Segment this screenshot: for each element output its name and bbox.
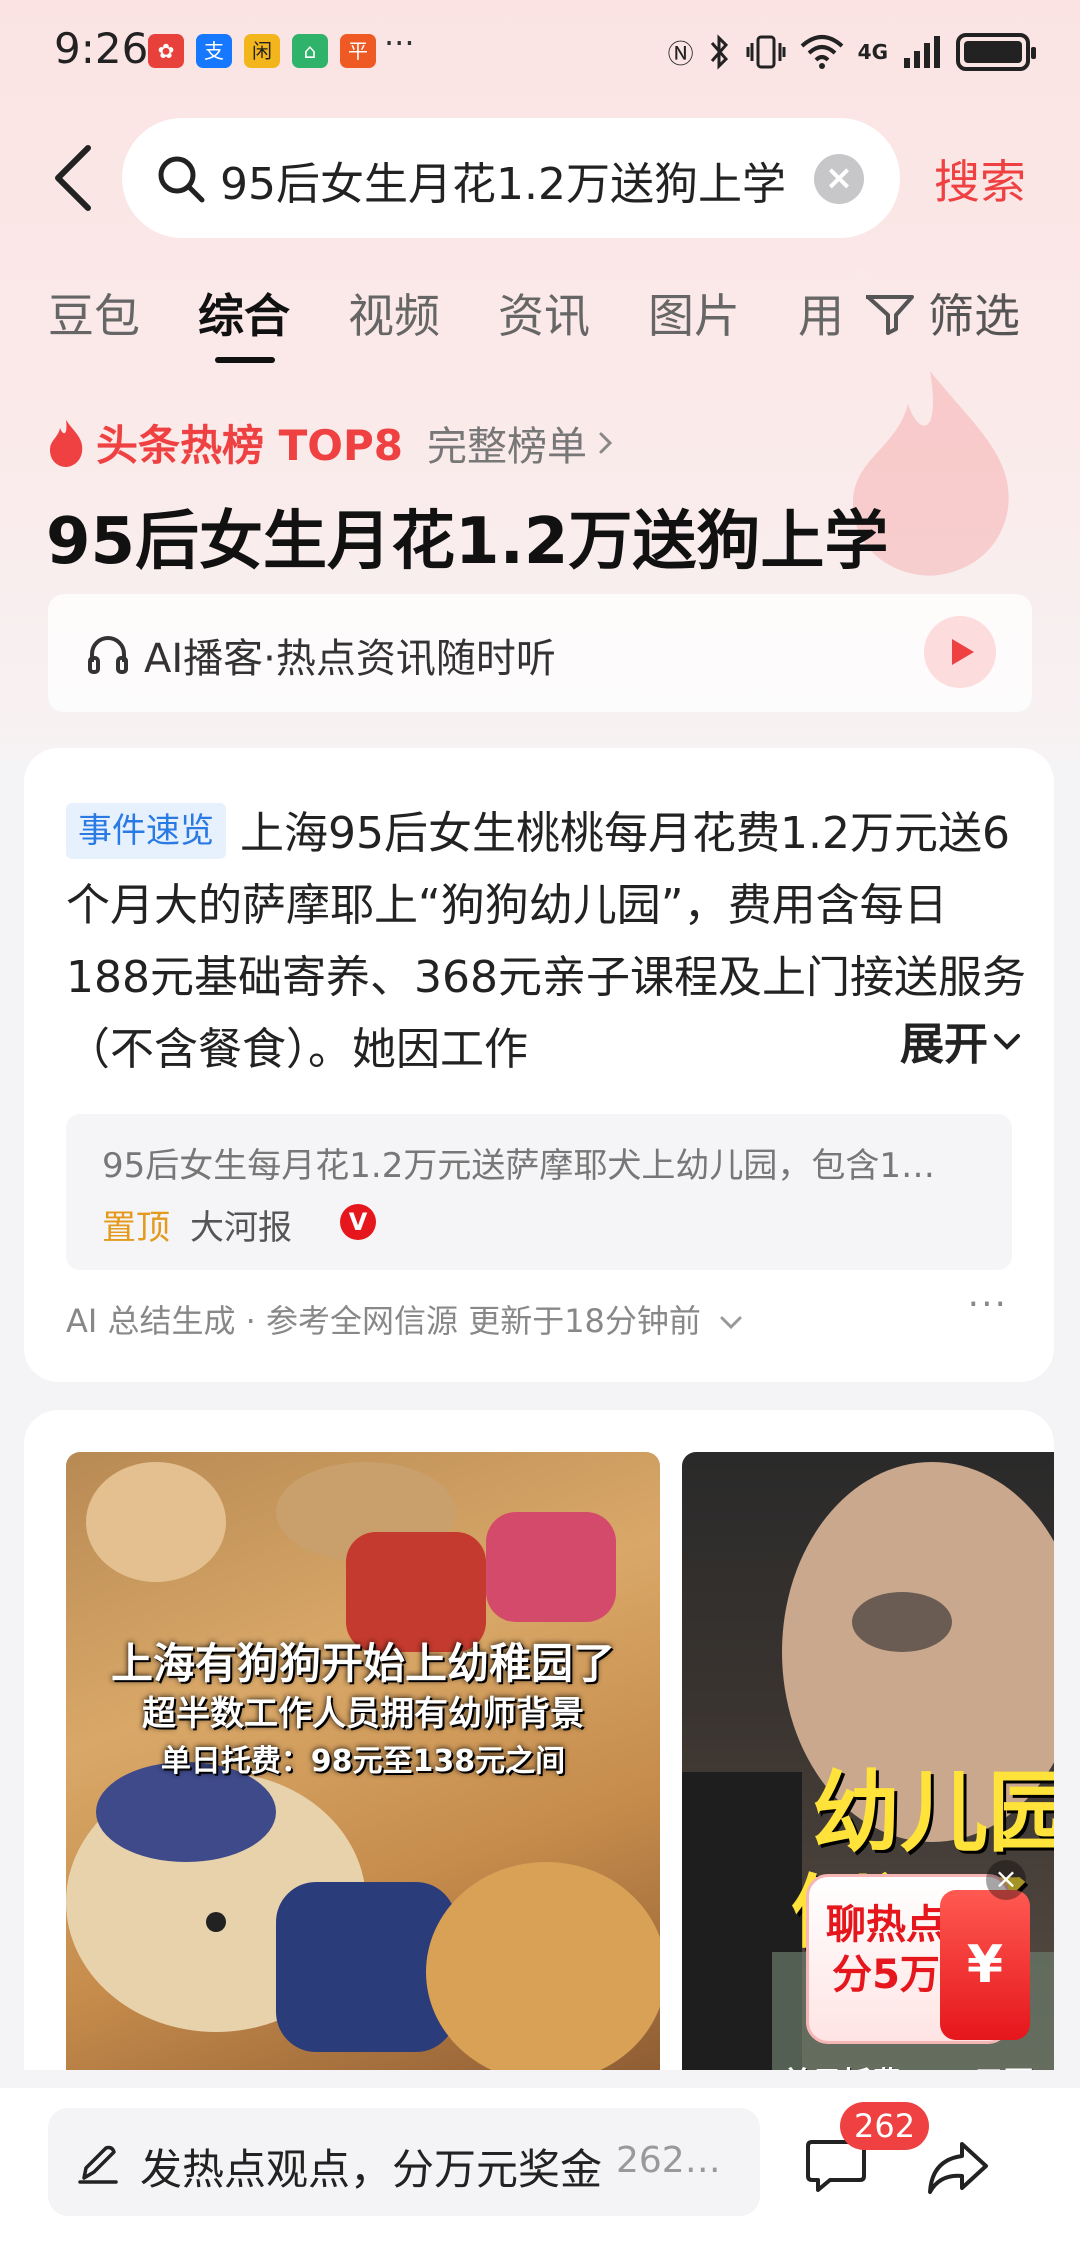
status-time: 9:26	[54, 24, 149, 73]
app-yellow-icon: 闲	[244, 34, 280, 68]
tab-news[interactable]: 资讯	[498, 280, 590, 346]
video-overlay-subtitle: 超半数工作人员拥有幼师背景	[142, 1694, 584, 1734]
alipay-icon: 支	[196, 34, 232, 68]
tab-users[interactable]: 用	[798, 280, 844, 346]
ai-podcast-bar[interactable]: AI播客·热点资讯随时听	[48, 594, 1032, 712]
chevron-down-icon	[994, 1034, 1020, 1050]
comment-placeholder: 发热点观点，分万元奖金	[140, 2145, 603, 2194]
comment-count-badge: 262	[840, 2102, 930, 2150]
fire-icon	[50, 419, 83, 467]
search-icon	[158, 156, 205, 203]
expand-label: 展开	[900, 1019, 988, 1070]
search-button[interactable]: 搜索	[934, 146, 1026, 212]
red-envelope-float[interactable]: 聊热点分5万 ¥ ×	[806, 1860, 1030, 2050]
video-thumbnail[interactable]: 上海有狗狗开始上幼稚园了 超半数工作人员拥有幼师背景 单日托费：98元至138元…	[66, 1452, 660, 2070]
source-media-name: 大河报	[190, 1208, 292, 1248]
vibrate-icon	[746, 35, 786, 69]
event-summary-card: 事件速览 上海95后女生桃桃每月花费1.2万元送6个月大的萨摩耶上“狗狗幼儿园”，…	[24, 748, 1054, 1382]
yuan-icon: ¥	[940, 1890, 1030, 2040]
pinned-label: 置顶	[102, 1208, 170, 1248]
app-green-icon: ⌂	[292, 34, 328, 68]
source-article[interactable]: 95后女生每月花1.2万元送萨摩耶犬上幼儿园，包含1… 置顶 大河报 V	[66, 1114, 1012, 1270]
video-overlay-price: 单日托费：98元至138元之间	[160, 1744, 566, 1779]
status-icons: Ⓝ 4G	[667, 30, 1036, 74]
chevron-down-icon	[720, 1316, 742, 1330]
chevron-right-icon	[599, 432, 613, 453]
full-list-link[interactable]: 完整榜单	[427, 414, 587, 472]
hot-board-link[interactable]: 头条热榜 TOP8 完整榜单	[46, 412, 617, 473]
envelope-text: 聊热点分5万	[826, 1902, 946, 1998]
back-button[interactable]	[46, 142, 106, 214]
comment-input[interactable]: 发热点观点，分万元奖金 262…	[48, 2108, 760, 2216]
status-bar: 9:26 ✿ 支 闲 ⌂ 平 ··· Ⓝ 4G	[0, 0, 1080, 100]
bottom-bar: 发热点观点，分万元奖金 262… 262	[0, 2088, 1080, 2244]
battery-icon	[956, 33, 1036, 71]
ai-note-text: AI 总结生成 · 参考全网信源 更新于18分钟前	[66, 1302, 701, 1340]
wifi-icon	[800, 35, 843, 69]
tab-video[interactable]: 视频	[348, 280, 440, 346]
more-notifications-icon: ···	[384, 24, 415, 62]
filter-button[interactable]: 筛选	[864, 280, 1020, 346]
signal-icon	[904, 36, 940, 68]
network-type-label: 4G	[857, 40, 888, 64]
tab-images[interactable]: 图片	[648, 280, 740, 346]
video-overlay-title: 上海有狗狗开始上幼稚园了	[110, 1639, 615, 1688]
active-tab-indicator	[215, 357, 275, 363]
search-input[interactable]: 95后女生月花1.2万送狗上学 ×	[122, 118, 900, 238]
search-query[interactable]: 95后女生月花1.2万送狗上学	[220, 148, 786, 212]
event-overview-tag: 事件速览	[66, 803, 226, 859]
filter-label: 筛选	[928, 289, 1020, 343]
tab-doubao[interactable]: 豆包	[48, 280, 140, 346]
verified-badge-icon: V	[340, 1204, 376, 1240]
clear-search-button[interactable]: ×	[814, 154, 864, 204]
video-overlay-caption: 单日托费：98元至13	[782, 2058, 1054, 2070]
hot-topic-heading: 95后女生月花1.2万送狗上学	[46, 505, 889, 579]
nfc-icon: Ⓝ	[667, 39, 694, 70]
pingan-bank-icon: 平	[340, 34, 376, 68]
hot-board-title: 头条热榜 TOP8	[96, 421, 403, 470]
more-options-button[interactable]: ···	[968, 1284, 1008, 1325]
headphones-icon	[88, 636, 128, 674]
source-title: 95后女生每月花1.2万元送萨摩耶犬上幼儿园，包含1…	[102, 1146, 935, 1186]
filter-icon	[866, 295, 914, 335]
ai-summary-note[interactable]: AI 总结生成 · 参考全网信源 更新于18分钟前	[66, 1296, 743, 1342]
pen-icon	[78, 2145, 118, 2184]
app-red-icon: ✿	[148, 34, 184, 68]
share-icon[interactable]	[926, 2138, 990, 2196]
comment-input-count: 262…	[616, 2140, 721, 2181]
podcast-label: AI播客·热点资讯随时听	[144, 636, 556, 682]
close-icon[interactable]: ×	[986, 1860, 1026, 1900]
expand-button[interactable]: 展开	[584, 1006, 1034, 1086]
tab-all[interactable]: 综合	[198, 280, 290, 346]
bluetooth-icon	[710, 34, 728, 70]
play-button[interactable]	[924, 616, 996, 688]
